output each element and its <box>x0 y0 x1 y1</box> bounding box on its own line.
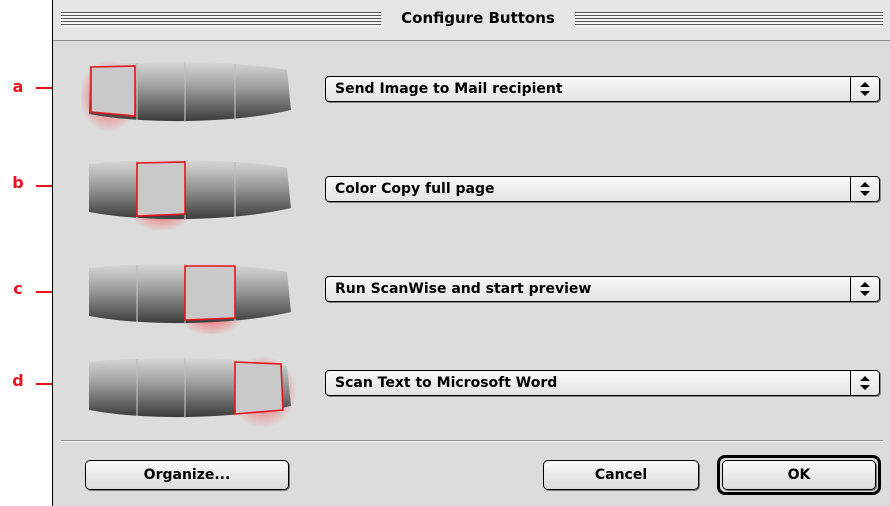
scanner-button-panel-icon <box>89 159 291 230</box>
title-bar-stripes-right <box>575 12 883 27</box>
organize-button[interactable]: Organize... <box>85 460 289 490</box>
callout-letter-c: c <box>13 279 23 298</box>
action-popup-a-value: Send Image to Mail recipient <box>335 81 563 97</box>
highlighted-button-segment <box>184 265 236 321</box>
callout-letter-b: b <box>12 173 24 192</box>
up-down-arrows-icon <box>850 277 879 301</box>
action-popup-c[interactable]: Run ScanWise and start preview <box>325 276 880 302</box>
highlighted-button-segment <box>90 65 136 117</box>
callout-letter-a: a <box>12 77 24 96</box>
footer-separator <box>61 440 883 442</box>
cancel-button[interactable]: Cancel <box>543 460 699 490</box>
callout-letter-d: d <box>12 371 24 390</box>
action-popup-a[interactable]: Send Image to Mail recipient <box>325 76 880 102</box>
scanner-button-panel-icon <box>89 263 291 334</box>
highlighted-button-segment <box>136 161 186 217</box>
ok-button[interactable]: OK <box>722 460 876 490</box>
up-down-arrows-icon <box>850 371 879 395</box>
action-popup-d[interactable]: Scan Text to Microsoft Word <box>325 370 880 396</box>
scanner-button-panel-icon <box>81 60 291 132</box>
window-title-bar[interactable]: Configure Buttons <box>53 0 890 41</box>
action-popup-d-value: Scan Text to Microsoft Word <box>335 375 558 391</box>
configure-buttons-dialog: Configure Buttons Send Image to Mail rec… <box>52 0 890 506</box>
action-popup-c-value: Run ScanWise and start preview <box>335 281 592 297</box>
highlighted-button-segment <box>234 361 284 415</box>
scanner-button-panel-icon <box>89 356 297 428</box>
up-down-arrows-icon <box>850 77 879 101</box>
title-bar-stripes-left <box>61 12 381 27</box>
scanner-body <box>89 159 291 220</box>
action-popup-b-value: Color Copy full page <box>335 181 495 197</box>
action-popup-b[interactable]: Color Copy full page <box>325 176 880 202</box>
up-down-arrows-icon <box>850 177 879 201</box>
window-title: Configure Buttons <box>383 9 573 27</box>
